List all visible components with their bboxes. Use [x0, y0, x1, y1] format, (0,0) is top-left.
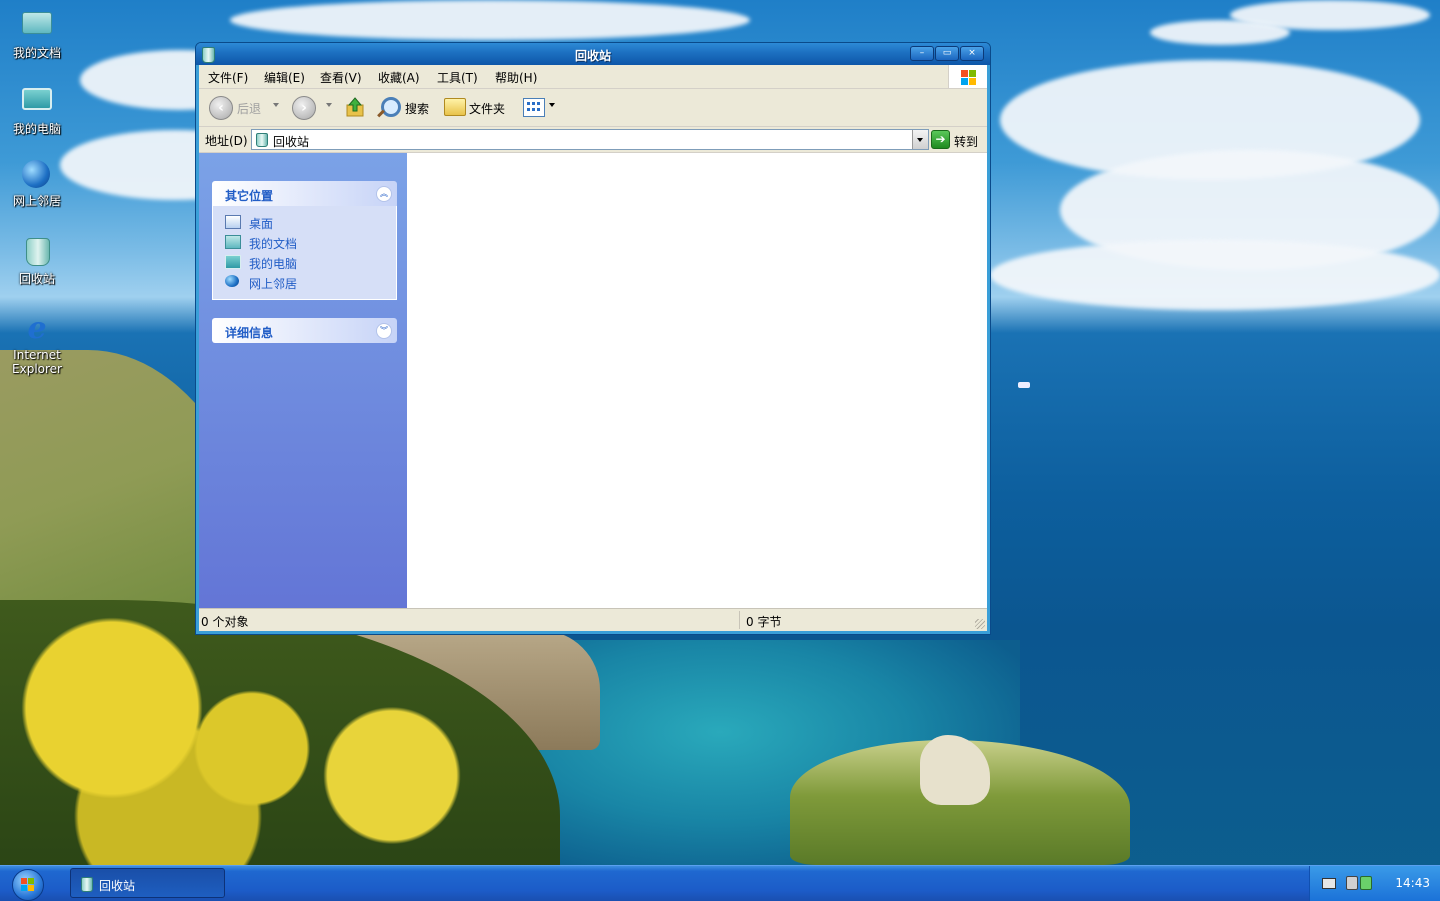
- recycle-bin-icon: [81, 877, 93, 892]
- back-button-label[interactable]: 后退: [237, 100, 261, 117]
- status-divider: [739, 611, 740, 629]
- window-client: 文件(F) 编辑(E) 查看(V) 收藏(A) 工具(T) 帮助(H) ‹ 后退…: [199, 65, 987, 631]
- taskbar: 回收站 14:43: [0, 865, 1440, 901]
- go-button-label: 转到: [954, 135, 979, 149]
- place-link-network-places[interactable]: 网上邻居: [213, 272, 396, 292]
- search-icon[interactable]: [381, 97, 401, 117]
- place-link-desktop[interactable]: 桌面: [213, 212, 396, 232]
- address-dropdown-icon[interactable]: [912, 130, 928, 149]
- place-label: 我的文档: [249, 237, 298, 251]
- desktop-icon: [225, 215, 241, 229]
- network-places-icon: [22, 160, 52, 190]
- minimize-button[interactable]: –: [910, 46, 934, 61]
- details-header[interactable]: 详细信息 ︾: [212, 318, 397, 343]
- desktop-icon-label-line2: Explorer: [12, 362, 62, 376]
- close-button[interactable]: ×: [960, 46, 984, 61]
- desktop-icon-label: 我的电脑: [12, 122, 61, 136]
- desktop-icon-network-places[interactable]: 网上邻居: [2, 160, 72, 208]
- status-object-count: 0 个对象: [201, 615, 249, 629]
- toolbar: ‹ 后退 › 搜索 文件夹: [199, 89, 987, 127]
- my-documents-icon: [22, 12, 52, 42]
- menu-favorites[interactable]: 收藏(A): [378, 69, 420, 86]
- menu-file[interactable]: 文件(F): [208, 69, 248, 86]
- explorer-window: 回收站 – ▭ × 文件(F) 编辑(E) 查看(V) 收藏(A) 工具(T) …: [195, 42, 991, 635]
- my-computer-icon: [225, 255, 241, 269]
- folders-icon[interactable]: [444, 98, 466, 116]
- window-title: 回收站: [574, 49, 611, 63]
- details-title: 详细信息: [225, 326, 274, 340]
- back-dropdown-icon[interactable]: [273, 103, 279, 107]
- back-arrow-icon[interactable]: ‹: [209, 96, 233, 120]
- other-places-title: 其它位置: [225, 189, 274, 203]
- up-folder-icon[interactable]: [346, 97, 364, 117]
- address-input[interactable]: 回收站: [251, 129, 929, 150]
- place-link-my-computer[interactable]: 我的电脑: [213, 252, 396, 272]
- menu-view[interactable]: 查看(V): [320, 69, 362, 86]
- place-label: 桌面: [249, 217, 274, 231]
- menu-bar: 文件(F) 编辑(E) 查看(V) 收藏(A) 工具(T) 帮助(H): [199, 65, 987, 89]
- taskbar-item-label: 回收站: [99, 879, 136, 893]
- place-label: 网上邻居: [249, 277, 298, 291]
- other-places-panel: 其它位置 ︽ 桌面 我的文档 我的电脑 网上邻居: [212, 181, 397, 300]
- desktop-icon-my-computer[interactable]: 我的电脑: [2, 84, 72, 136]
- address-bar: 地址(D) 回收站 ➔ 转到: [199, 127, 987, 153]
- clock[interactable]: 14:43: [1395, 876, 1430, 890]
- network-icon[interactable]: [1346, 876, 1358, 890]
- start-button[interactable]: [12, 869, 44, 901]
- task-pane: 其它位置 ︽ 桌面 我的文档 我的电脑 网上邻居 详细信息 ︾: [199, 153, 407, 611]
- maximize-button[interactable]: ▭: [935, 46, 959, 61]
- status-bar: 0 个对象 0 字节: [199, 608, 987, 631]
- views-dropdown-icon[interactable]: [549, 103, 555, 107]
- go-button[interactable]: ➔ 转到: [931, 130, 983, 149]
- menu-help[interactable]: 帮助(H): [495, 69, 537, 86]
- windows-logo-icon: [948, 65, 987, 88]
- search-button-label[interactable]: 搜索: [405, 100, 429, 117]
- status-size: 0 字节: [746, 615, 782, 629]
- desktop-icon-recycle-bin[interactable]: 回收站: [2, 238, 72, 286]
- menu-edit[interactable]: 编辑(E): [264, 69, 305, 86]
- forward-arrow-icon[interactable]: ›: [292, 96, 316, 120]
- title-bar[interactable]: 回收站 – ▭ ×: [196, 43, 990, 65]
- collapse-icon[interactable]: ︽: [376, 186, 392, 202]
- system-tray: 14:43: [1309, 866, 1440, 901]
- place-link-my-documents[interactable]: 我的文档: [213, 232, 396, 252]
- place-label: 我的电脑: [249, 257, 298, 271]
- my-computer-icon: [22, 88, 52, 118]
- windows-logo-icon: [21, 878, 35, 892]
- file-list-area[interactable]: [407, 153, 987, 611]
- expand-icon[interactable]: ︾: [376, 323, 392, 339]
- internet-explorer-icon: e: [27, 311, 47, 346]
- other-places-header[interactable]: 其它位置 ︽: [212, 181, 397, 206]
- safely-remove-icon[interactable]: [1360, 876, 1372, 890]
- go-arrow-icon: ➔: [931, 130, 950, 149]
- forward-dropdown-icon[interactable]: [326, 103, 332, 107]
- keyboard-icon[interactable]: [1322, 878, 1336, 889]
- folders-button-label[interactable]: 文件夹: [469, 100, 505, 117]
- views-icon[interactable]: [523, 98, 545, 117]
- menu-tools[interactable]: 工具(T): [437, 69, 478, 86]
- desktop-icon-label-line1: Internet: [13, 348, 61, 362]
- resize-grip-icon[interactable]: [975, 619, 985, 629]
- recycle-bin-icon: [22, 238, 52, 268]
- desktop-icon-label: 回收站: [18, 272, 55, 286]
- desktop-icon-my-documents[interactable]: 我的文档: [2, 6, 72, 60]
- desktop-icon-label: 网上邻居: [12, 194, 61, 208]
- address-label: 地址(D): [205, 134, 248, 148]
- taskbar-item-recycle-bin[interactable]: 回收站: [70, 868, 225, 898]
- recycle-bin-icon: [256, 133, 268, 147]
- my-documents-icon: [225, 235, 241, 249]
- desktop-icon-internet-explorer[interactable]: e Internet Explorer: [2, 311, 72, 377]
- address-value[interactable]: 回收站: [273, 133, 309, 150]
- details-panel: 详细信息 ︾: [212, 318, 397, 343]
- desktop-icon-label: 我的文档: [12, 46, 61, 60]
- network-places-icon: [225, 275, 239, 287]
